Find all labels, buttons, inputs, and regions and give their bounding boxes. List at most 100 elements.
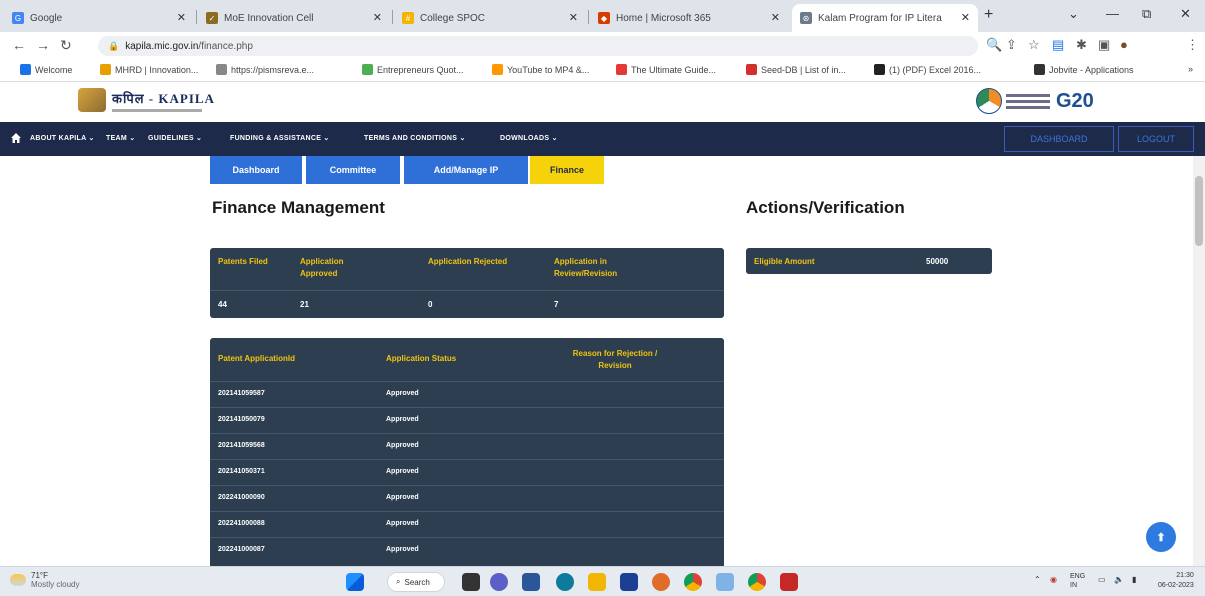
application-status: Approved: [386, 494, 419, 501]
logo-subtitle: [112, 108, 202, 112]
bookmark-item[interactable]: (1) (PDF) Excel 2016...: [874, 64, 981, 75]
minimize-icon[interactable]: —: [1106, 6, 1119, 21]
browser-tab-kapila[interactable]: ⊛ Kalam Program for IP Litera ✕: [792, 4, 978, 32]
menu-icon[interactable]: ⋮: [1186, 37, 1199, 53]
tab-divider: [588, 10, 589, 24]
tab-finance[interactable]: Finance: [530, 156, 604, 184]
application-status: Approved: [386, 416, 419, 423]
site-header: कपिल - KAPILA G20: [0, 82, 1205, 122]
bookmark-item[interactable]: Welcome: [20, 64, 72, 75]
pdf-icon[interactable]: [780, 573, 798, 591]
browser-tab-google[interactable]: G Google ✕: [4, 4, 194, 32]
header-application-approved: Application Approved: [300, 257, 344, 278]
bookmark-item[interactable]: Seed-DB | List of in...: [746, 64, 846, 75]
new-tab-icon[interactable]: +: [984, 6, 993, 24]
sidebar-icon[interactable]: ▣: [1098, 37, 1110, 53]
share-icon[interactable]: ⇪: [1006, 37, 1017, 53]
tray-overflow-icon[interactable]: ⌃: [1034, 575, 1041, 584]
browser-tab-moe[interactable]: ✓ MoE Innovation Cell ✕: [198, 4, 390, 32]
application-status: Approved: [386, 468, 419, 475]
bookmark-label: Jobvite - Applications: [1049, 64, 1134, 75]
antivirus-icon[interactable]: ◉: [1050, 575, 1057, 584]
teams-icon[interactable]: [490, 573, 508, 591]
nav-team[interactable]: TEAM ⌄: [106, 134, 135, 142]
network-icon[interactable]: ▭: [1098, 575, 1106, 584]
bookmarks-bar: Welcome MHRD | Innovation... https://pis…: [0, 60, 1205, 82]
close-icon[interactable]: ✕: [771, 11, 780, 24]
browser-tab-spoc[interactable]: # College SPOC ✕: [394, 4, 586, 32]
bookmark-item[interactable]: The Ultimate Guide...: [616, 64, 716, 75]
google-icon: G: [12, 12, 24, 24]
header-patents-filed: Patents Filed: [218, 257, 268, 266]
reload-icon[interactable]: ↻: [60, 37, 72, 54]
bookmark-label: The Ultimate Guide...: [631, 64, 717, 75]
close-icon[interactable]: ✕: [961, 11, 970, 24]
nav-terms-conditions[interactable]: TERMS AND CONDITIONS ⌄: [364, 134, 466, 142]
language-indicator[interactable]: ENG IN: [1070, 572, 1085, 590]
volume-icon[interactable]: 🔈: [1114, 575, 1124, 584]
chrome-profile-icon[interactable]: [748, 573, 766, 591]
application-id: 202241000088: [218, 520, 265, 527]
extensions-icon[interactable]: ✱: [1076, 37, 1087, 53]
widgets-icon[interactable]: [522, 573, 540, 591]
close-icon[interactable]: ✕: [177, 11, 186, 24]
close-icon[interactable]: ✕: [569, 11, 578, 24]
taskbar-search[interactable]: ⌕ Search: [387, 572, 445, 592]
task-view-icon[interactable]: [462, 573, 480, 591]
chrome-icon[interactable]: [684, 573, 702, 591]
forward-icon[interactable]: →: [36, 37, 50, 53]
header-patent-application-id: Patent ApplicationId: [218, 354, 296, 363]
file-explorer-icon[interactable]: [588, 573, 606, 591]
value-application-review: 7: [554, 300, 559, 309]
maximize-icon[interactable]: ⧉: [1142, 6, 1151, 22]
home-icon[interactable]: [10, 132, 22, 144]
dashboard-button[interactable]: DASHBOARD: [1004, 126, 1114, 152]
bookmark-item[interactable]: YouTube to MP4 &...: [492, 64, 589, 75]
chevron-down-icon[interactable]: ⌄: [1068, 6, 1079, 22]
close-icon[interactable]: ✕: [373, 11, 382, 24]
profile-avatar[interactable]: ●: [1120, 37, 1128, 52]
windows-start-icon[interactable]: [346, 573, 364, 591]
bookmark-icon: [874, 64, 885, 75]
tab-committee[interactable]: Committee: [306, 156, 400, 184]
logout-button[interactable]: LOGOUT: [1118, 126, 1194, 152]
battery-icon[interactable]: ▮: [1132, 575, 1136, 584]
weather-widget[interactable]: 71°F Mostly cloudy: [10, 571, 79, 589]
firefox-icon[interactable]: [652, 573, 670, 591]
store-icon[interactable]: [620, 573, 638, 591]
save-icon[interactable]: ▤: [1052, 37, 1064, 53]
clock-time: 21:30: [1176, 572, 1194, 579]
zoom-icon[interactable]: 🔍: [986, 37, 1002, 53]
page-scrollbar[interactable]: [1193, 156, 1205, 566]
close-window-icon[interactable]: ✕: [1180, 6, 1191, 22]
tab-add-manage-ip[interactable]: Add/Manage IP: [404, 156, 528, 184]
bookmark-item[interactable]: Jobvite - Applications: [1034, 64, 1134, 75]
actions-title: Actions/Verification: [746, 198, 905, 217]
system-clock[interactable]: 21:30 06-02-2023: [1158, 571, 1194, 591]
browser-tab-m365[interactable]: ◆ Home | Microsoft 365 ✕: [590, 4, 788, 32]
url-path: /finance.php: [198, 40, 253, 52]
tab-dashboard[interactable]: Dashboard: [210, 156, 302, 184]
table-row: 202141050371 Approved: [210, 460, 724, 486]
edge-icon[interactable]: [556, 573, 574, 591]
nav-guidelines[interactable]: GUIDELINES ⌄: [148, 134, 202, 142]
scrollbar-thumb[interactable]: [1195, 176, 1203, 246]
nav-downloads[interactable]: DOWNLOADS ⌄: [500, 134, 558, 142]
bookmark-item[interactable]: https://pismsreva.e...: [216, 64, 314, 75]
emblem-icon: [78, 88, 106, 112]
finance-title: Finance Management: [212, 198, 385, 217]
back-icon[interactable]: ←: [12, 37, 26, 53]
nav-funding-assistance[interactable]: FUNDING & ASSISTANCE ⌄: [230, 134, 330, 142]
url-input[interactable]: 🔒 kapila.mic.gov.in /finance.php: [98, 36, 978, 56]
scroll-top-button[interactable]: ⬆: [1146, 522, 1176, 552]
bookmark-item[interactable]: MHRD | Innovation...: [100, 64, 198, 75]
tab-divider: [392, 10, 393, 24]
photos-icon[interactable]: [716, 573, 734, 591]
table-row: 202141059568 Approved: [210, 434, 724, 460]
nav-about-kapila[interactable]: ABOUT KAPILA ⌄: [30, 134, 95, 142]
bookmarks-overflow-icon[interactable]: »: [1188, 64, 1193, 74]
kapila-logo[interactable]: कपिल - KAPILA: [78, 88, 215, 112]
application-id: 202141050079: [218, 416, 265, 423]
bookmark-item[interactable]: Entrepreneurs Quot...: [362, 64, 464, 75]
star-icon[interactable]: ☆: [1028, 37, 1040, 53]
